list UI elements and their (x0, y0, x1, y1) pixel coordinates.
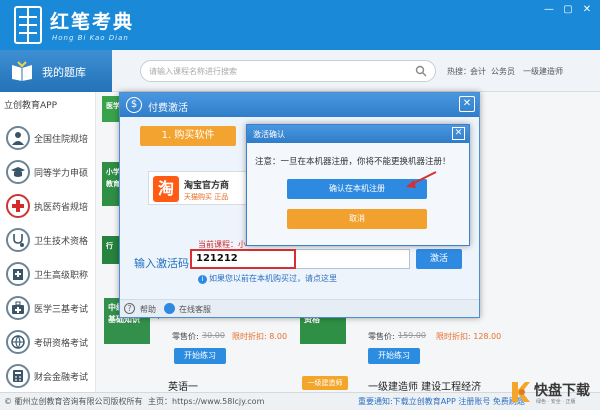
sidebar-item-pharmacy[interactable]: 执医药省规培 (2, 190, 94, 222)
dialog-titlebar: 激活确认 ✕ (247, 125, 469, 143)
activation-code-label: 输入激活码: (134, 257, 193, 270)
sidebar-item-medical-basics[interactable]: 医学三基考试 (2, 292, 94, 324)
dialog-title: 激活确认 (253, 130, 285, 139)
app-header: 红笔考典 Hong Bi Kao Dian — ▢ ✕ (0, 0, 600, 50)
retail-price-label: 零售价: (172, 332, 199, 341)
dialog-footer: ? 帮助 在线客服 (120, 299, 479, 317)
confirm-message: 注意：一旦在本机器注册，你将不能更换机器注册！ (255, 157, 451, 167)
top-bar: 我的题库 请输入课程名称进行搜索 热搜： 会计 公务员 一级建造师 (0, 50, 600, 92)
minimize-icon[interactable]: — (543, 4, 555, 16)
medkit-icon (6, 296, 30, 320)
sidebar-item-label: 全国住院规培 (34, 135, 89, 145)
help-link[interactable]: 帮助 (140, 304, 156, 315)
sidebar-item-label: 考研资格考试 (34, 339, 89, 349)
hot-search-constructor[interactable]: 一级建造师 (523, 66, 563, 77)
my-question-bank-label: 我的题库 (42, 66, 86, 79)
homepage-link[interactable]: 主页：https://www.58lcjy.com (148, 396, 264, 407)
sidebar: 立创教育APP 全国住院规培 同等学力申硕 执医药省规培 卫生技术资格 卫生高级… (0, 92, 96, 392)
chat-icon[interactable] (164, 303, 175, 314)
globe-icon (6, 330, 30, 354)
activate-button[interactable]: 激活 (416, 249, 462, 269)
watermark: 快盘下载 绿色 · 安全 · 正版 (508, 380, 598, 408)
sidebar-item-residency[interactable]: 全国住院规培 (2, 122, 94, 154)
notice-link[interactable]: 重要通知:下载立创教育APP 注册账号 免费刷题 (358, 396, 525, 407)
brush-logo-icon (14, 6, 42, 44)
sidebar-item-label: 执医药省规培 (34, 203, 89, 213)
dialog-titlebar: $ 付费激活 ✕ (120, 93, 479, 117)
doctor-icon (6, 126, 30, 150)
help-icon[interactable]: ? (124, 303, 135, 314)
course-title[interactable]: 英语一 (168, 378, 198, 393)
sidebar-item-label: 卫生高级职称 (34, 271, 89, 281)
sidebar-item-label: 医学三基考试 (34, 305, 89, 315)
sidebar-item-label: 卫生技术资格 (34, 237, 89, 247)
dialog-title: 付费激活 (148, 103, 188, 114)
previously-purchased-link[interactable]: i 如果您以前在本机购买过，请点这里 (198, 273, 337, 284)
sidebar-item-health-tech[interactable]: 卫生技术资格 (2, 224, 94, 256)
discount-price: 限时折扣: 8.00 (232, 332, 288, 341)
search-placeholder: 请输入课程名称进行搜索 (149, 67, 237, 76)
close-icon[interactable]: ✕ (452, 127, 465, 140)
hot-search-accounting[interactable]: 会计 (470, 66, 486, 77)
sidebar-item-senior-title[interactable]: 卫生高级职称 (2, 258, 94, 290)
stethoscope-icon (6, 228, 30, 252)
tab-buy-software[interactable]: 1. 购买软件 (140, 126, 236, 146)
sidebar-item-finance[interactable]: 财会金融考试 (2, 360, 94, 392)
original-price: 159.00 (398, 331, 426, 340)
open-book-icon (12, 61, 32, 81)
sidebar-item-postgrad[interactable]: 考研资格考试 (2, 326, 94, 358)
search-icon[interactable] (415, 65, 427, 77)
info-icon: i (198, 275, 207, 284)
original-price: 30.00 (202, 331, 225, 340)
close-window-icon[interactable]: ✕ (581, 4, 593, 16)
online-support-link[interactable]: 在线客服 (179, 304, 211, 315)
hot-search-label: 热搜： (447, 67, 471, 76)
medical-cross-icon (6, 194, 30, 218)
taobao-store-sub: 天猫购买 正品 (184, 193, 229, 201)
taobao-store-name: 淘宝官方商 (184, 181, 230, 191)
course-title[interactable]: 一级建造师 建设工程经济 (368, 378, 481, 393)
search-input[interactable]: 请输入课程名称进行搜索 (140, 60, 436, 82)
close-icon[interactable]: ✕ (459, 96, 475, 112)
watermark-sub: 绿色 · 安全 · 正版 (536, 399, 576, 405)
watermark-brand: 快盘下载 (534, 383, 590, 399)
previously-purchased-text: 如果您以前在本机购买过，请点这里 (209, 274, 337, 283)
maximize-icon[interactable]: ▢ (562, 4, 574, 16)
annotation-arrow-icon (406, 171, 437, 188)
activation-code-value: 121212 (196, 253, 238, 264)
taobao-icon: 淘 (153, 176, 179, 202)
sidebar-item-label: 同等学力申硕 (34, 169, 89, 179)
course-badge: 一级建造师 (302, 376, 348, 390)
sidebar-header: 立创教育APP (4, 101, 58, 111)
watermark-logo-icon (512, 382, 530, 402)
app-subtitle: Hong Bi Kao Dian (52, 34, 129, 42)
hot-search-civil-servant[interactable]: 公务员 (491, 66, 515, 77)
copyright-text: © 衢州立创教育咨询有限公司版权所有 (4, 397, 143, 406)
graduation-cap-icon (6, 160, 30, 184)
hospital-icon (6, 262, 30, 286)
sidebar-item-degree[interactable]: 同等学力申硕 (2, 156, 94, 188)
my-question-bank-button[interactable]: 我的题库 (0, 50, 112, 92)
cancel-button[interactable]: 取消 (287, 209, 427, 229)
sidebar-item-label: 财会金融考试 (34, 373, 89, 383)
calculator-icon (6, 364, 30, 388)
start-practice-button[interactable]: 开始练习 (368, 348, 420, 364)
app-title: 红笔考典 (50, 11, 135, 33)
start-practice-button[interactable]: 开始练习 (174, 348, 226, 364)
dollar-icon: $ (126, 97, 142, 113)
retail-price-label: 零售价: (368, 332, 395, 341)
discount-price: 限时折扣: 128.00 (436, 332, 502, 341)
